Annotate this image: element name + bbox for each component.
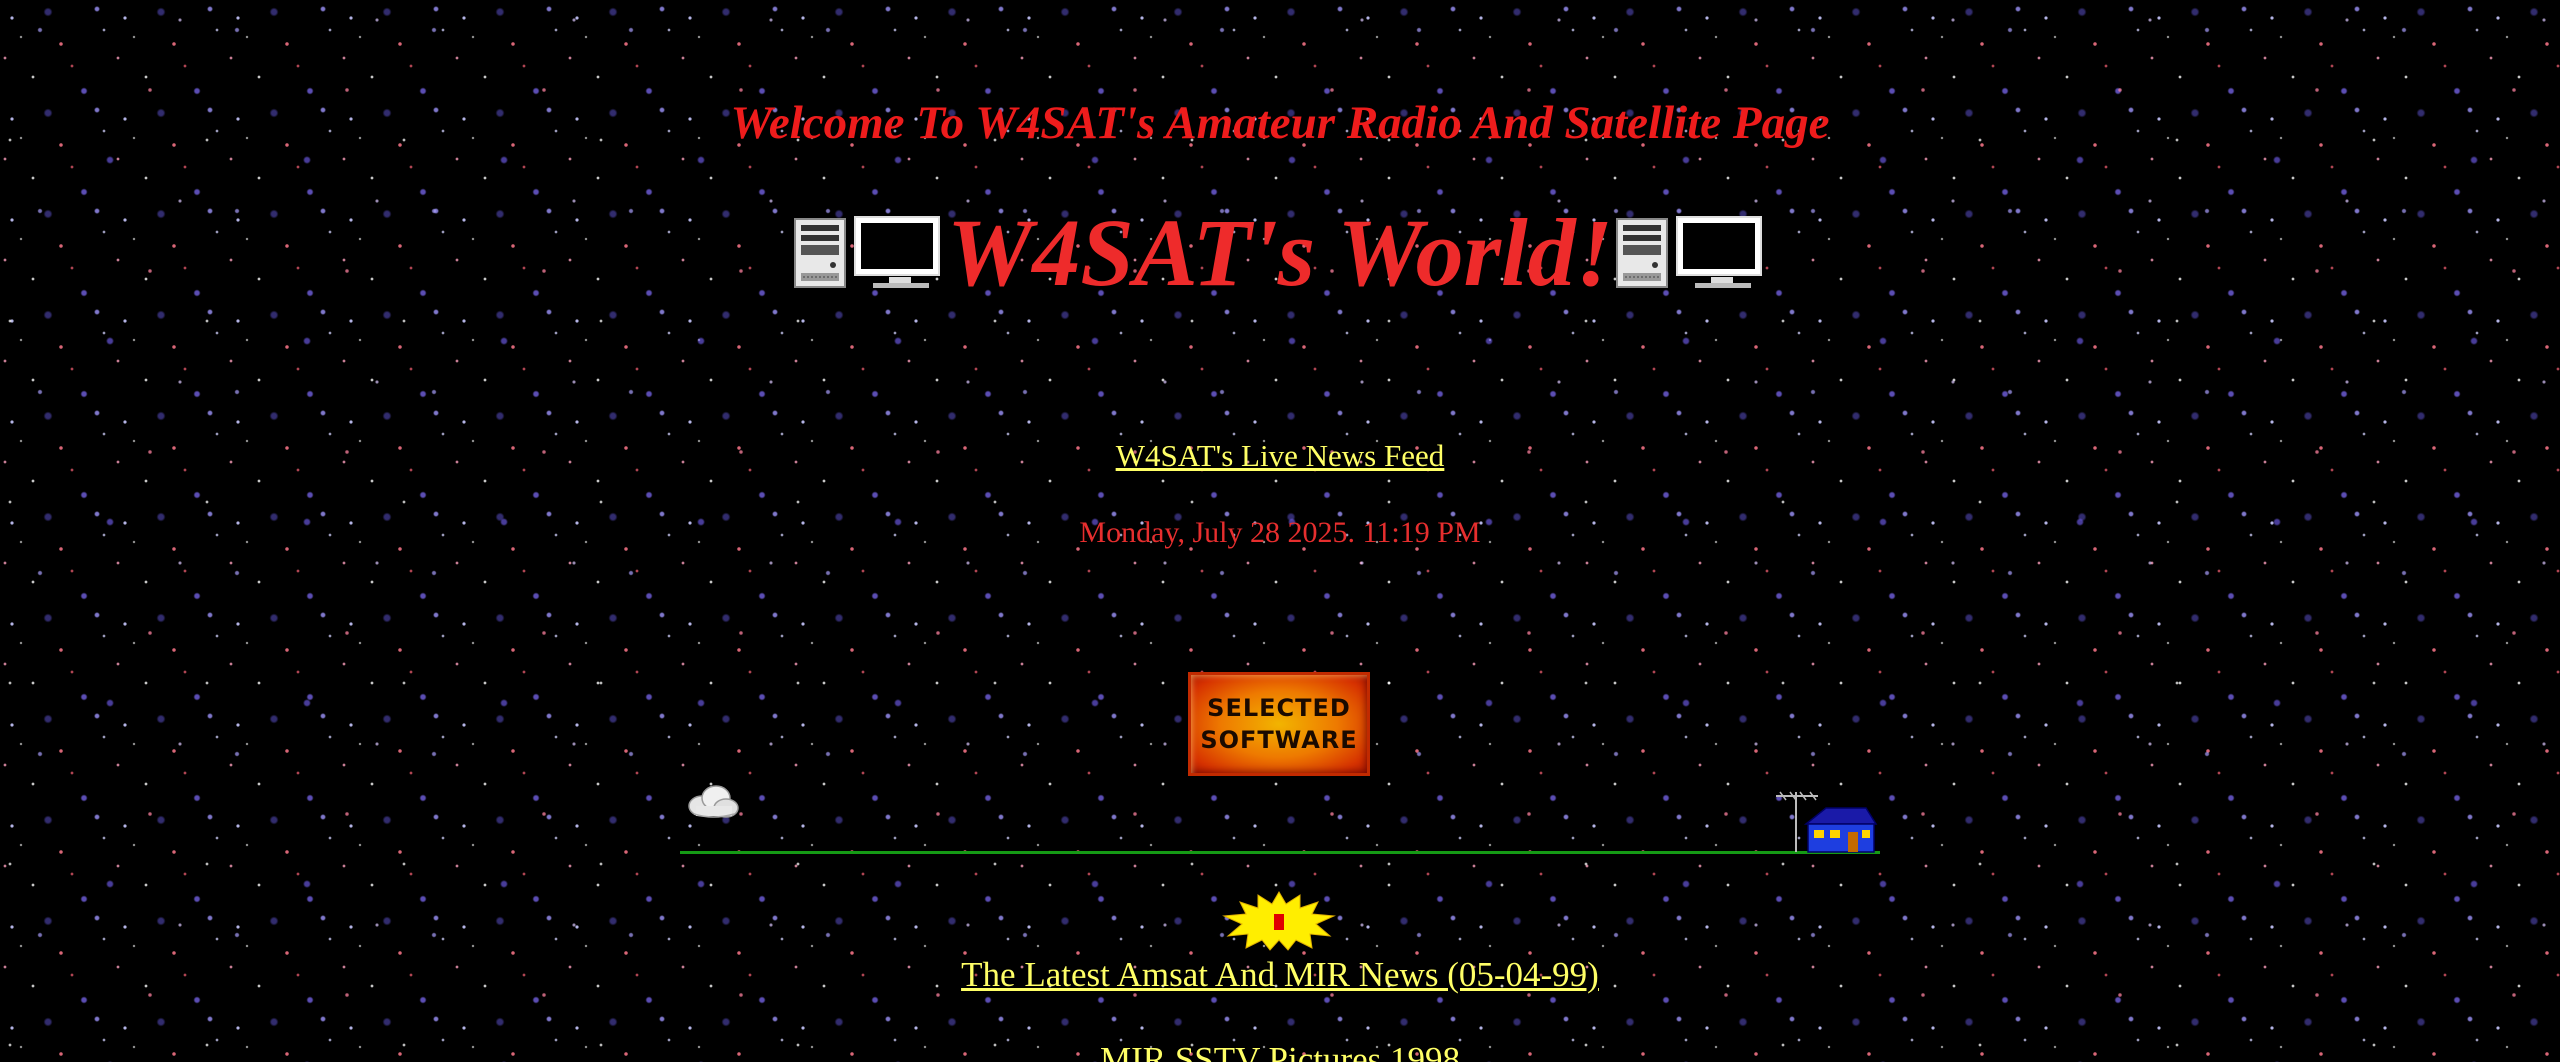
amsat-news-link[interactable]: The Latest Amsat And MIR News (05-04-99) <box>961 955 1599 994</box>
world-title-row: W4SAT's World! <box>0 205 2560 301</box>
desktop-computer-icon <box>793 216 940 288</box>
welcome-heading: Welcome To W4SAT's Amateur Radio And Sat… <box>730 97 1830 149</box>
house-with-antenna-icon <box>1776 791 1878 853</box>
new-burst-icon <box>1222 891 1336 951</box>
software-button-line1: SELECTED <box>1207 694 1351 722</box>
current-datetime: Monday, July 28 2025. 11:19 PM <box>1079 516 1481 549</box>
software-button-line2: SOFTWARE <box>1200 726 1358 754</box>
page: Welcome To W4SAT's Amateur Radio And Sat… <box>0 0 2560 1062</box>
news-feed-row: W4SAT's Live News Feed <box>0 438 2560 474</box>
desktop-computer-icon <box>1616 216 1763 288</box>
horizontal-divider <box>680 851 1880 854</box>
news-feed-link[interactable]: W4SAT's Live News Feed <box>1116 438 1444 473</box>
mir-sstv-row: MIR SSTV Pictures 1998 <box>0 1040 2560 1062</box>
mir-sstv-link[interactable]: MIR SSTV Pictures 1998 <box>1100 1040 1460 1062</box>
amsat-news-row: The Latest Amsat And MIR News (05-04-99) <box>0 955 2560 995</box>
selected-software-button[interactable]: SELECTED SOFTWARE <box>1188 672 1370 776</box>
world-title: W4SAT's World! <box>946 199 1614 306</box>
cloud-icon <box>688 785 739 818</box>
